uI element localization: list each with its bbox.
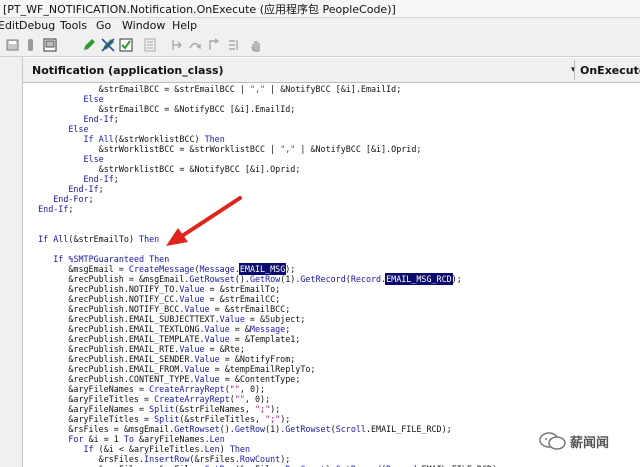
- watermark-text: 薪闻闻: [570, 436, 610, 451]
- red-arrow-annotation: [166, 196, 242, 246]
- watermark: 薪闻闻: [536, 430, 640, 452]
- wechat-icon: [539, 432, 566, 450]
